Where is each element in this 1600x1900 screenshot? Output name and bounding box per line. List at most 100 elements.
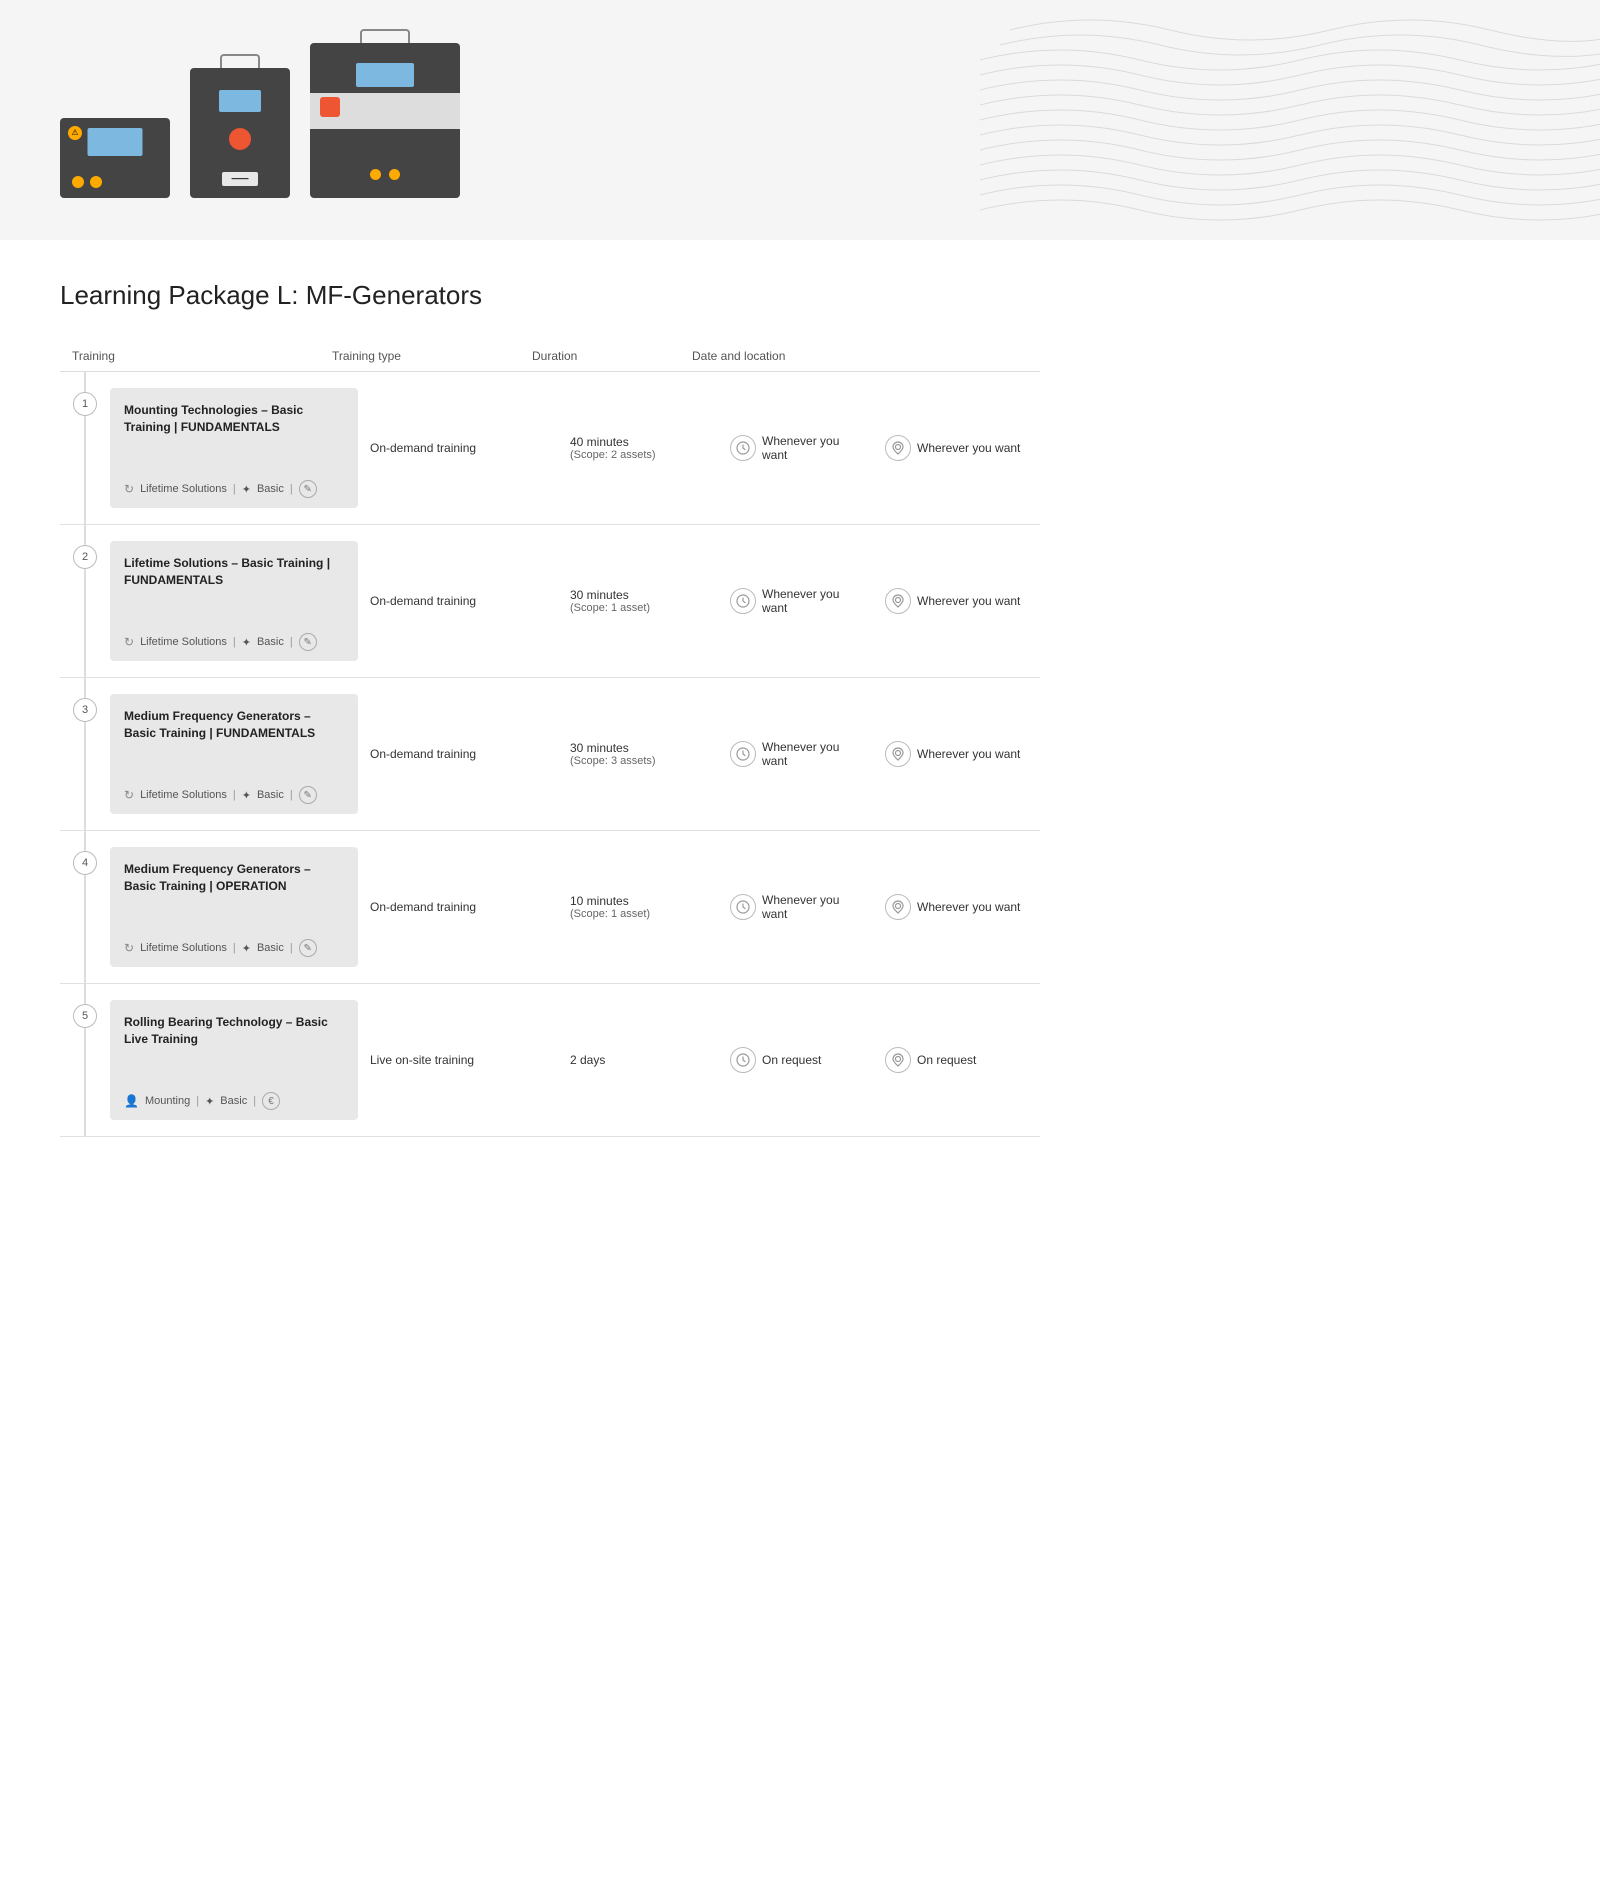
training-meta: ↻ Lifetime Solutions | ✦ Basic | ✎	[124, 786, 344, 804]
meta-level: Basic	[257, 789, 284, 801]
table-header: Training Training type Duration Date and…	[60, 341, 1040, 372]
meta-level: Basic	[220, 1095, 247, 1107]
training-title: Medium Frequency Generators – Basic Trai…	[124, 861, 344, 895]
main-content: Learning Package L: MF-Generators Traini…	[0, 240, 1100, 1177]
meta-extra-icon: ✎	[299, 633, 317, 651]
meta-type-icon: ↻	[124, 635, 134, 649]
date-col: On request	[730, 1047, 885, 1073]
training-duration: 10 minutes (Scope: 1 asset)	[570, 894, 730, 920]
row-number-col: 2	[60, 525, 110, 677]
hero-section: ⚠ ━━━━	[0, 0, 1600, 240]
training-type: Live on-site training	[370, 1053, 570, 1067]
meta-label: Lifetime Solutions	[140, 636, 227, 648]
meta-label: Mounting	[145, 1095, 190, 1107]
pin-icon	[885, 1047, 911, 1073]
meta-label: Lifetime Solutions	[140, 789, 227, 801]
training-type: On-demand training	[370, 594, 570, 608]
location-col: Wherever you want	[885, 588, 1040, 614]
training-duration: 30 minutes (Scope: 3 assets)	[570, 741, 730, 767]
row-content: Rolling Bearing Technology – Basic Live …	[110, 984, 1040, 1136]
location-col: Wherever you want	[885, 894, 1040, 920]
row-number-col: 3	[60, 678, 110, 830]
meta-extra-icon: ✎	[299, 480, 317, 498]
training-card[interactable]: Medium Frequency Generators – Basic Trai…	[110, 694, 358, 814]
meta-sep1: |	[196, 1095, 199, 1107]
machine-2: ━━━━	[190, 68, 290, 198]
training-meta: ↻ Lifetime Solutions | ✦ Basic | ✎	[124, 939, 344, 957]
row-content: Lifetime Solutions – Basic Training | FU…	[110, 525, 1040, 677]
date-label: Whenever you want	[762, 740, 865, 768]
pin-icon	[885, 435, 911, 461]
meta-star: ✦	[205, 1095, 214, 1108]
clock-icon	[730, 588, 756, 614]
row-content: Mounting Technologies – Basic Training |…	[110, 372, 1040, 524]
col-header-duration: Duration	[532, 349, 692, 363]
training-card[interactable]: Rolling Bearing Technology – Basic Live …	[110, 1000, 358, 1120]
duration-value: 10 minutes	[570, 894, 730, 908]
clock-icon	[730, 741, 756, 767]
duration-scope: (Scope: 1 asset)	[570, 602, 730, 614]
date-col: Whenever you want	[730, 434, 885, 462]
date-label: Whenever you want	[762, 893, 865, 921]
training-meta: ↻ Lifetime Solutions | ✦ Basic | ✎	[124, 480, 344, 498]
date-col: Whenever you want	[730, 587, 885, 615]
meta-type-icon: 👤	[124, 1094, 139, 1108]
location-col: Wherever you want	[885, 435, 1040, 461]
training-table: Training Training type Duration Date and…	[60, 341, 1040, 1137]
clock-icon	[730, 435, 756, 461]
training-title: Lifetime Solutions – Basic Training | FU…	[124, 555, 344, 589]
date-label: Whenever you want	[762, 587, 865, 615]
row-number: 2	[73, 545, 97, 569]
meta-sep1: |	[233, 942, 236, 954]
table-row[interactable]: 1 Mounting Technologies – Basic Training…	[60, 372, 1040, 525]
location-label: Wherever you want	[917, 441, 1020, 455]
meta-extra-icon: ✎	[299, 786, 317, 804]
training-card[interactable]: Medium Frequency Generators – Basic Trai…	[110, 847, 358, 967]
training-duration: 2 days	[570, 1053, 730, 1067]
row-number-col: 5	[60, 984, 110, 1136]
meta-sep1: |	[233, 789, 236, 801]
clock-icon	[730, 1047, 756, 1073]
row-number: 1	[73, 392, 97, 416]
duration-value: 40 minutes	[570, 435, 730, 449]
meta-sep1: |	[233, 636, 236, 648]
table-row[interactable]: 5 Rolling Bearing Technology – Basic Liv…	[60, 984, 1040, 1137]
machine-3	[310, 43, 460, 198]
meta-extra-icon: ✎	[299, 939, 317, 957]
table-row[interactable]: 2 Lifetime Solutions – Basic Training | …	[60, 525, 1040, 678]
meta-label: Lifetime Solutions	[140, 942, 227, 954]
table-row[interactable]: 3 Medium Frequency Generators – Basic Tr…	[60, 678, 1040, 831]
training-title: Medium Frequency Generators – Basic Trai…	[124, 708, 344, 742]
pin-icon	[885, 741, 911, 767]
pin-icon	[885, 894, 911, 920]
machine-1: ⚠	[60, 118, 170, 198]
training-duration: 40 minutes (Scope: 2 assets)	[570, 435, 730, 461]
training-type: On-demand training	[370, 747, 570, 761]
row-content: Medium Frequency Generators – Basic Trai…	[110, 831, 1040, 983]
meta-sep2: |	[253, 1095, 256, 1107]
page-title: Learning Package L: MF-Generators	[60, 280, 1040, 311]
row-number-col: 1	[60, 372, 110, 524]
training-title: Rolling Bearing Technology – Basic Live …	[124, 1014, 344, 1048]
training-card[interactable]: Mounting Technologies – Basic Training |…	[110, 388, 358, 508]
duration-value: 30 minutes	[570, 741, 730, 755]
table-row[interactable]: 4 Medium Frequency Generators – Basic Tr…	[60, 831, 1040, 984]
col-header-location	[860, 349, 1028, 363]
duration-scope: (Scope: 1 asset)	[570, 908, 730, 920]
duration-value: 30 minutes	[570, 588, 730, 602]
meta-sep2: |	[290, 636, 293, 648]
row-number-col: 4	[60, 831, 110, 983]
date-col: Whenever you want	[730, 740, 885, 768]
training-meta: ↻ Lifetime Solutions | ✦ Basic | ✎	[124, 633, 344, 651]
location-label: Wherever you want	[917, 747, 1020, 761]
location-label: Wherever you want	[917, 594, 1020, 608]
meta-level: Basic	[257, 942, 284, 954]
meta-sep1: |	[233, 483, 236, 495]
meta-type-icon: ↻	[124, 941, 134, 955]
meta-star: ✦	[242, 942, 251, 955]
meta-type-icon: ↻	[124, 482, 134, 496]
location-label: Wherever you want	[917, 900, 1020, 914]
wave-decoration	[980, 0, 1600, 240]
training-card[interactable]: Lifetime Solutions – Basic Training | FU…	[110, 541, 358, 661]
meta-sep2: |	[290, 942, 293, 954]
